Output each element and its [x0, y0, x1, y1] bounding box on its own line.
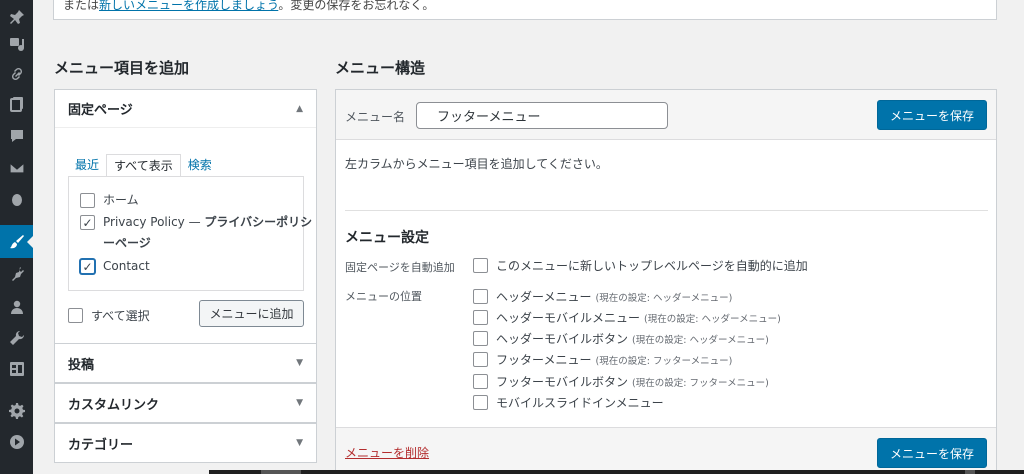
tab-recent[interactable]: 最近 — [68, 154, 106, 177]
location-option[interactable]: フッターモバイルボタン (現在の設定: フッターメニュー) — [473, 373, 769, 390]
custom-links-accordion[interactable]: カスタムリンク ▼ — [54, 383, 317, 423]
expand-arrow-icon[interactable]: ▼ — [296, 398, 303, 408]
appearance-icon[interactable] — [0, 225, 33, 258]
accordion-title: カスタムリンク — [68, 397, 160, 413]
accordion-title: カテゴリー — [68, 437, 134, 453]
circle-icon[interactable] — [0, 183, 33, 216]
page-item-label: Privacy Policy — プライバシーポリシーページ — [103, 212, 313, 254]
location-current: (現在の設定: ヘッダーメニュー) — [644, 313, 781, 325]
location-checkbox[interactable] — [473, 374, 488, 389]
menu-instructions: 左カラムからメニュー項目を追加してください。 — [345, 157, 608, 171]
location-name: ヘッダーモバイルメニュー — [496, 311, 641, 325]
location-checkbox[interactable] — [473, 310, 488, 325]
auto-add-text: このメニューに新しいトップレベルページを自動的に追加 — [496, 259, 808, 273]
page-item-label: ホーム — [103, 193, 139, 207]
page-item-contact[interactable]: ✓ Contact — [80, 256, 313, 277]
notice-box: または新しいメニューを作成しましょう。変更の保存をお忘れなく。 — [53, 0, 997, 20]
menu-location-label: メニューの位置 — [345, 290, 422, 303]
notice-text: または新しいメニューを作成しましょう。変更の保存をお忘れなく。 — [63, 0, 434, 13]
pages-accordion: 固定ページ ▲ 最近 すべて表示 検索 ホーム ✓ Privacy Policy… — [54, 89, 317, 344]
menu-name-input[interactable] — [416, 102, 668, 129]
location-name: フッターメニュー — [496, 353, 592, 367]
pages-accordion-title: 固定ページ — [68, 103, 133, 118]
auto-add-checkbox[interactable] — [473, 258, 488, 273]
location-name: モバイルスライドインメニュー — [496, 396, 664, 410]
bottom-strip — [209, 470, 1024, 474]
page-item-label-prefix: Privacy Policy — — [103, 215, 205, 229]
tools-icon[interactable] — [0, 321, 33, 354]
pages-accordion-header[interactable]: 固定ページ ▲ — [55, 90, 316, 128]
save-menu-button-bottom[interactable]: メニューを保存 — [877, 438, 987, 468]
link-icon[interactable] — [0, 57, 33, 90]
collapse-arrow-icon[interactable]: ▲ — [296, 104, 303, 114]
plugins-icon[interactable] — [0, 257, 33, 290]
location-option[interactable]: ヘッダーモバイルメニュー (現在の設定: ヘッダーメニュー) — [473, 309, 781, 326]
pages-tabs: 最近 すべて表示 検索 — [68, 154, 219, 177]
location-name: ヘッダーメニュー — [496, 290, 592, 304]
checkbox[interactable] — [80, 193, 95, 208]
menu-name-label: メニュー名 — [345, 110, 406, 124]
notice-prefix: または — [63, 0, 100, 12]
media-icon[interactable] — [0, 27, 33, 60]
create-new-menu-link[interactable]: 新しいメニューを作成しましょう — [99, 0, 278, 12]
menu-edit-box: メニュー名 メニューを保存 左カラムからメニュー項目を追加してください。 メニュ… — [335, 89, 997, 474]
strip-segment — [965, 470, 975, 474]
admin-sidebar — [0, 0, 33, 474]
location-name: フッターモバイルボタン — [496, 375, 629, 389]
expand-arrow-icon[interactable]: ▼ — [296, 358, 303, 368]
add-to-menu-button[interactable]: メニューに追加 — [199, 300, 304, 327]
custom-links-accordion-header[interactable]: カスタムリンク ▼ — [55, 384, 316, 422]
menu-settings-heading: メニュー設定 — [345, 230, 429, 246]
location-current: (現在の設定: フッターメニュー) — [632, 377, 769, 389]
play-icon[interactable] — [0, 425, 33, 458]
posts-accordion[interactable]: 投稿 ▼ — [54, 343, 317, 383]
location-checkbox[interactable] — [473, 395, 488, 410]
delete-menu-link[interactable]: メニューを削除 — [345, 444, 429, 461]
location-checkbox[interactable] — [473, 289, 488, 304]
tab-search[interactable]: 検索 — [181, 154, 219, 177]
location-current: (現在の設定: ヘッダーメニュー) — [595, 292, 733, 304]
page-item-label: Contact — [103, 259, 150, 273]
checkbox-checked[interactable]: ✓ — [80, 215, 95, 230]
pages-list-panel: ホーム ✓ Privacy Policy — プライバシーポリシーページ ✓ C… — [68, 176, 312, 291]
location-current: (現在の設定: ヘッダーメニュー) — [632, 334, 769, 346]
comments-icon[interactable] — [0, 119, 33, 152]
location-option[interactable]: ヘッダーモバイルボタン (現在の設定: ヘッダーメニュー) — [473, 330, 769, 347]
settings-icon[interactable] — [0, 352, 33, 385]
menu-structure-heading: メニュー構造 — [335, 59, 426, 77]
categories-accordion-header[interactable]: カテゴリー ▼ — [55, 424, 316, 462]
categories-accordion[interactable]: カテゴリー ▼ — [54, 423, 317, 463]
menu-footer: メニューを削除 メニューを保存 — [336, 427, 996, 474]
select-all-label: すべて選択 — [91, 309, 150, 323]
users-icon[interactable] — [0, 290, 33, 323]
save-menu-button-top[interactable]: メニューを保存 — [877, 100, 987, 130]
location-option[interactable]: モバイルスライドインメニュー — [473, 394, 664, 411]
pages-icon[interactable] — [0, 87, 33, 120]
notice-suffix: 。変更の保存をお忘れなく。 — [278, 0, 435, 12]
auto-add-option[interactable]: このメニューに新しいトップレベルページを自動的に追加 — [473, 257, 808, 274]
checkbox-checked[interactable]: ✓ — [80, 259, 95, 274]
divider — [345, 210, 988, 211]
select-all-checkbox[interactable] — [68, 308, 83, 323]
page-item-home[interactable]: ホーム — [80, 190, 313, 211]
location-option[interactable]: ヘッダーメニュー (現在の設定: ヘッダーメニュー) — [473, 288, 732, 305]
location-option[interactable]: フッターメニュー (現在の設定: フッターメニュー) — [473, 351, 732, 368]
expand-arrow-icon[interactable]: ▼ — [296, 438, 303, 448]
tab-view-all[interactable]: すべて表示 — [106, 154, 181, 177]
select-all[interactable]: すべて選択 — [68, 307, 150, 324]
gear-icon[interactable] — [0, 394, 33, 427]
location-current: (現在の設定: フッターメニュー) — [595, 355, 733, 367]
strip-segment — [261, 470, 301, 474]
add-menu-items-heading: メニュー項目を追加 — [54, 59, 190, 77]
mail-icon[interactable] — [0, 151, 33, 184]
posts-accordion-header[interactable]: 投稿 ▼ — [55, 344, 316, 382]
menu-header: メニュー名 メニューを保存 — [336, 90, 996, 140]
page-item-privacy-policy[interactable]: ✓ Privacy Policy — プライバシーポリシーページ — [80, 212, 313, 254]
accordion-title: 投稿 — [68, 357, 95, 373]
location-checkbox[interactable] — [473, 331, 488, 346]
auto-add-label: 固定ページを自動追加 — [345, 261, 455, 274]
location-checkbox[interactable] — [473, 352, 488, 367]
location-name: ヘッダーモバイルボタン — [496, 332, 629, 346]
